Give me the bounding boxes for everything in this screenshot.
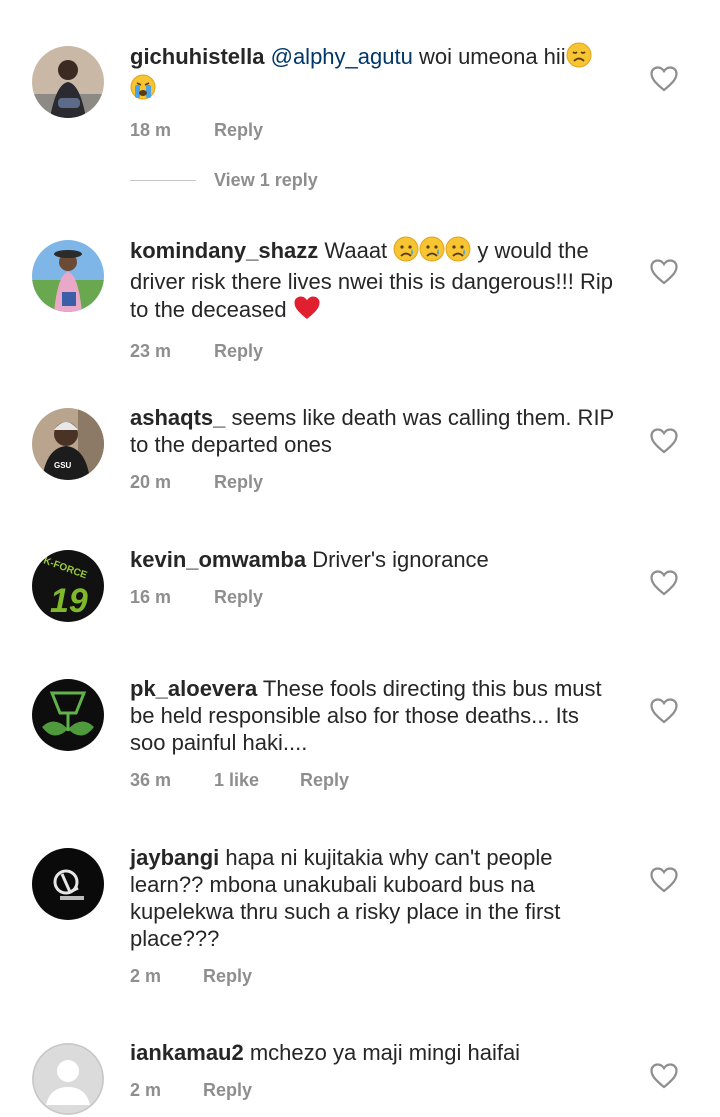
like-count[interactable]: 1 like — [214, 770, 300, 791]
reply-button[interactable]: Reply — [214, 587, 263, 608]
timestamp: 2 m — [130, 966, 162, 986]
avatar[interactable] — [32, 46, 104, 118]
comment-text: iankamau2 mchezo ya maji mingi haifai — [130, 1039, 620, 1066]
username[interactable]: gichuhistella — [130, 44, 264, 69]
mention-link[interactable]: @alphy_agutu — [271, 44, 413, 69]
crying-face-icon — [393, 236, 419, 268]
comment-meta: 2 m Reply — [130, 1080, 620, 1101]
svg-text:GSU: GSU — [54, 461, 72, 470]
crying-face-icon — [445, 236, 471, 268]
heart-outline-icon[interactable] — [650, 259, 678, 285]
comment-text: gichuhistella @alphy_agutu woi umeona hi… — [130, 42, 620, 106]
avatar[interactable] — [32, 1043, 104, 1115]
comment-text: komindany_shazz Waaat y would the driver… — [130, 236, 620, 327]
timestamp: 2 m — [130, 1080, 162, 1100]
timestamp: 36 m — [130, 770, 172, 790]
avatar[interactable] — [32, 679, 104, 751]
comment-body: Driver's ignorance — [306, 547, 489, 572]
reply-button[interactable]: Reply — [214, 341, 263, 362]
reply-button[interactable]: Reply — [300, 770, 349, 791]
comment-meta: 18 m Reply — [130, 120, 620, 141]
heart-outline-icon[interactable] — [650, 570, 678, 596]
username[interactable]: kevin_omwamba — [130, 547, 306, 572]
comment-body-start: Waaat — [318, 238, 394, 263]
comment-text: kevin_omwamba Driver's ignorance — [130, 546, 620, 573]
crying-face-icon — [419, 236, 445, 268]
comment-body: woi umeona hii — [412, 44, 566, 69]
reply-button[interactable]: Reply — [203, 966, 252, 987]
comment-meta: 36 m 1 like Reply — [130, 770, 620, 791]
username[interactable]: komindany_shazz — [130, 238, 318, 263]
username[interactable]: jaybangi — [130, 845, 219, 870]
comment-body: mchezo ya maji mingi haifai — [243, 1040, 521, 1065]
comment-text: jaybangi hapa ni kujitakia why can't peo… — [130, 844, 620, 952]
view-replies-label: View 1 reply — [214, 170, 318, 190]
avatar[interactable]: GSU — [32, 408, 104, 480]
disappointed-face-icon — [566, 42, 592, 74]
reply-button[interactable]: Reply — [214, 472, 263, 493]
heart-outline-icon[interactable] — [650, 867, 678, 893]
comment-meta: 16 m Reply — [130, 587, 620, 608]
comment-meta: 2 m Reply — [130, 966, 620, 987]
timestamp: 20 m — [130, 472, 172, 492]
heart-outline-icon[interactable] — [650, 1063, 678, 1089]
comment-text: pk_aloevera These fools directing this b… — [130, 675, 620, 756]
heart-outline-icon[interactable] — [650, 66, 678, 92]
view-replies-button[interactable]: View 1 reply — [130, 170, 318, 191]
avatar-jersey-number: 19 — [50, 582, 88, 620]
avatar[interactable] — [32, 240, 104, 312]
heart-outline-icon[interactable] — [650, 428, 678, 454]
heart-outline-icon[interactable] — [650, 698, 678, 724]
red-heart-icon — [293, 295, 321, 327]
username[interactable]: pk_aloevera — [130, 676, 257, 701]
divider — [130, 180, 196, 181]
avatar[interactable]: K-FORCE 19 — [32, 550, 104, 622]
timestamp: 16 m — [130, 587, 172, 607]
comment-meta: 20 m Reply — [130, 472, 620, 493]
reply-button[interactable]: Reply — [203, 1080, 252, 1101]
crying-face-icon — [130, 74, 156, 106]
username[interactable]: iankamau2 — [130, 1040, 244, 1065]
username[interactable]: ashaqts_ — [130, 405, 225, 430]
timestamp: 18 m — [130, 120, 172, 140]
timestamp: 23 m — [130, 341, 172, 361]
comment-meta: 23 m Reply — [130, 341, 620, 362]
reply-button[interactable]: Reply — [214, 120, 263, 141]
comment-text: ashaqts_ seems like death was calling th… — [130, 404, 620, 458]
avatar[interactable] — [32, 848, 104, 920]
